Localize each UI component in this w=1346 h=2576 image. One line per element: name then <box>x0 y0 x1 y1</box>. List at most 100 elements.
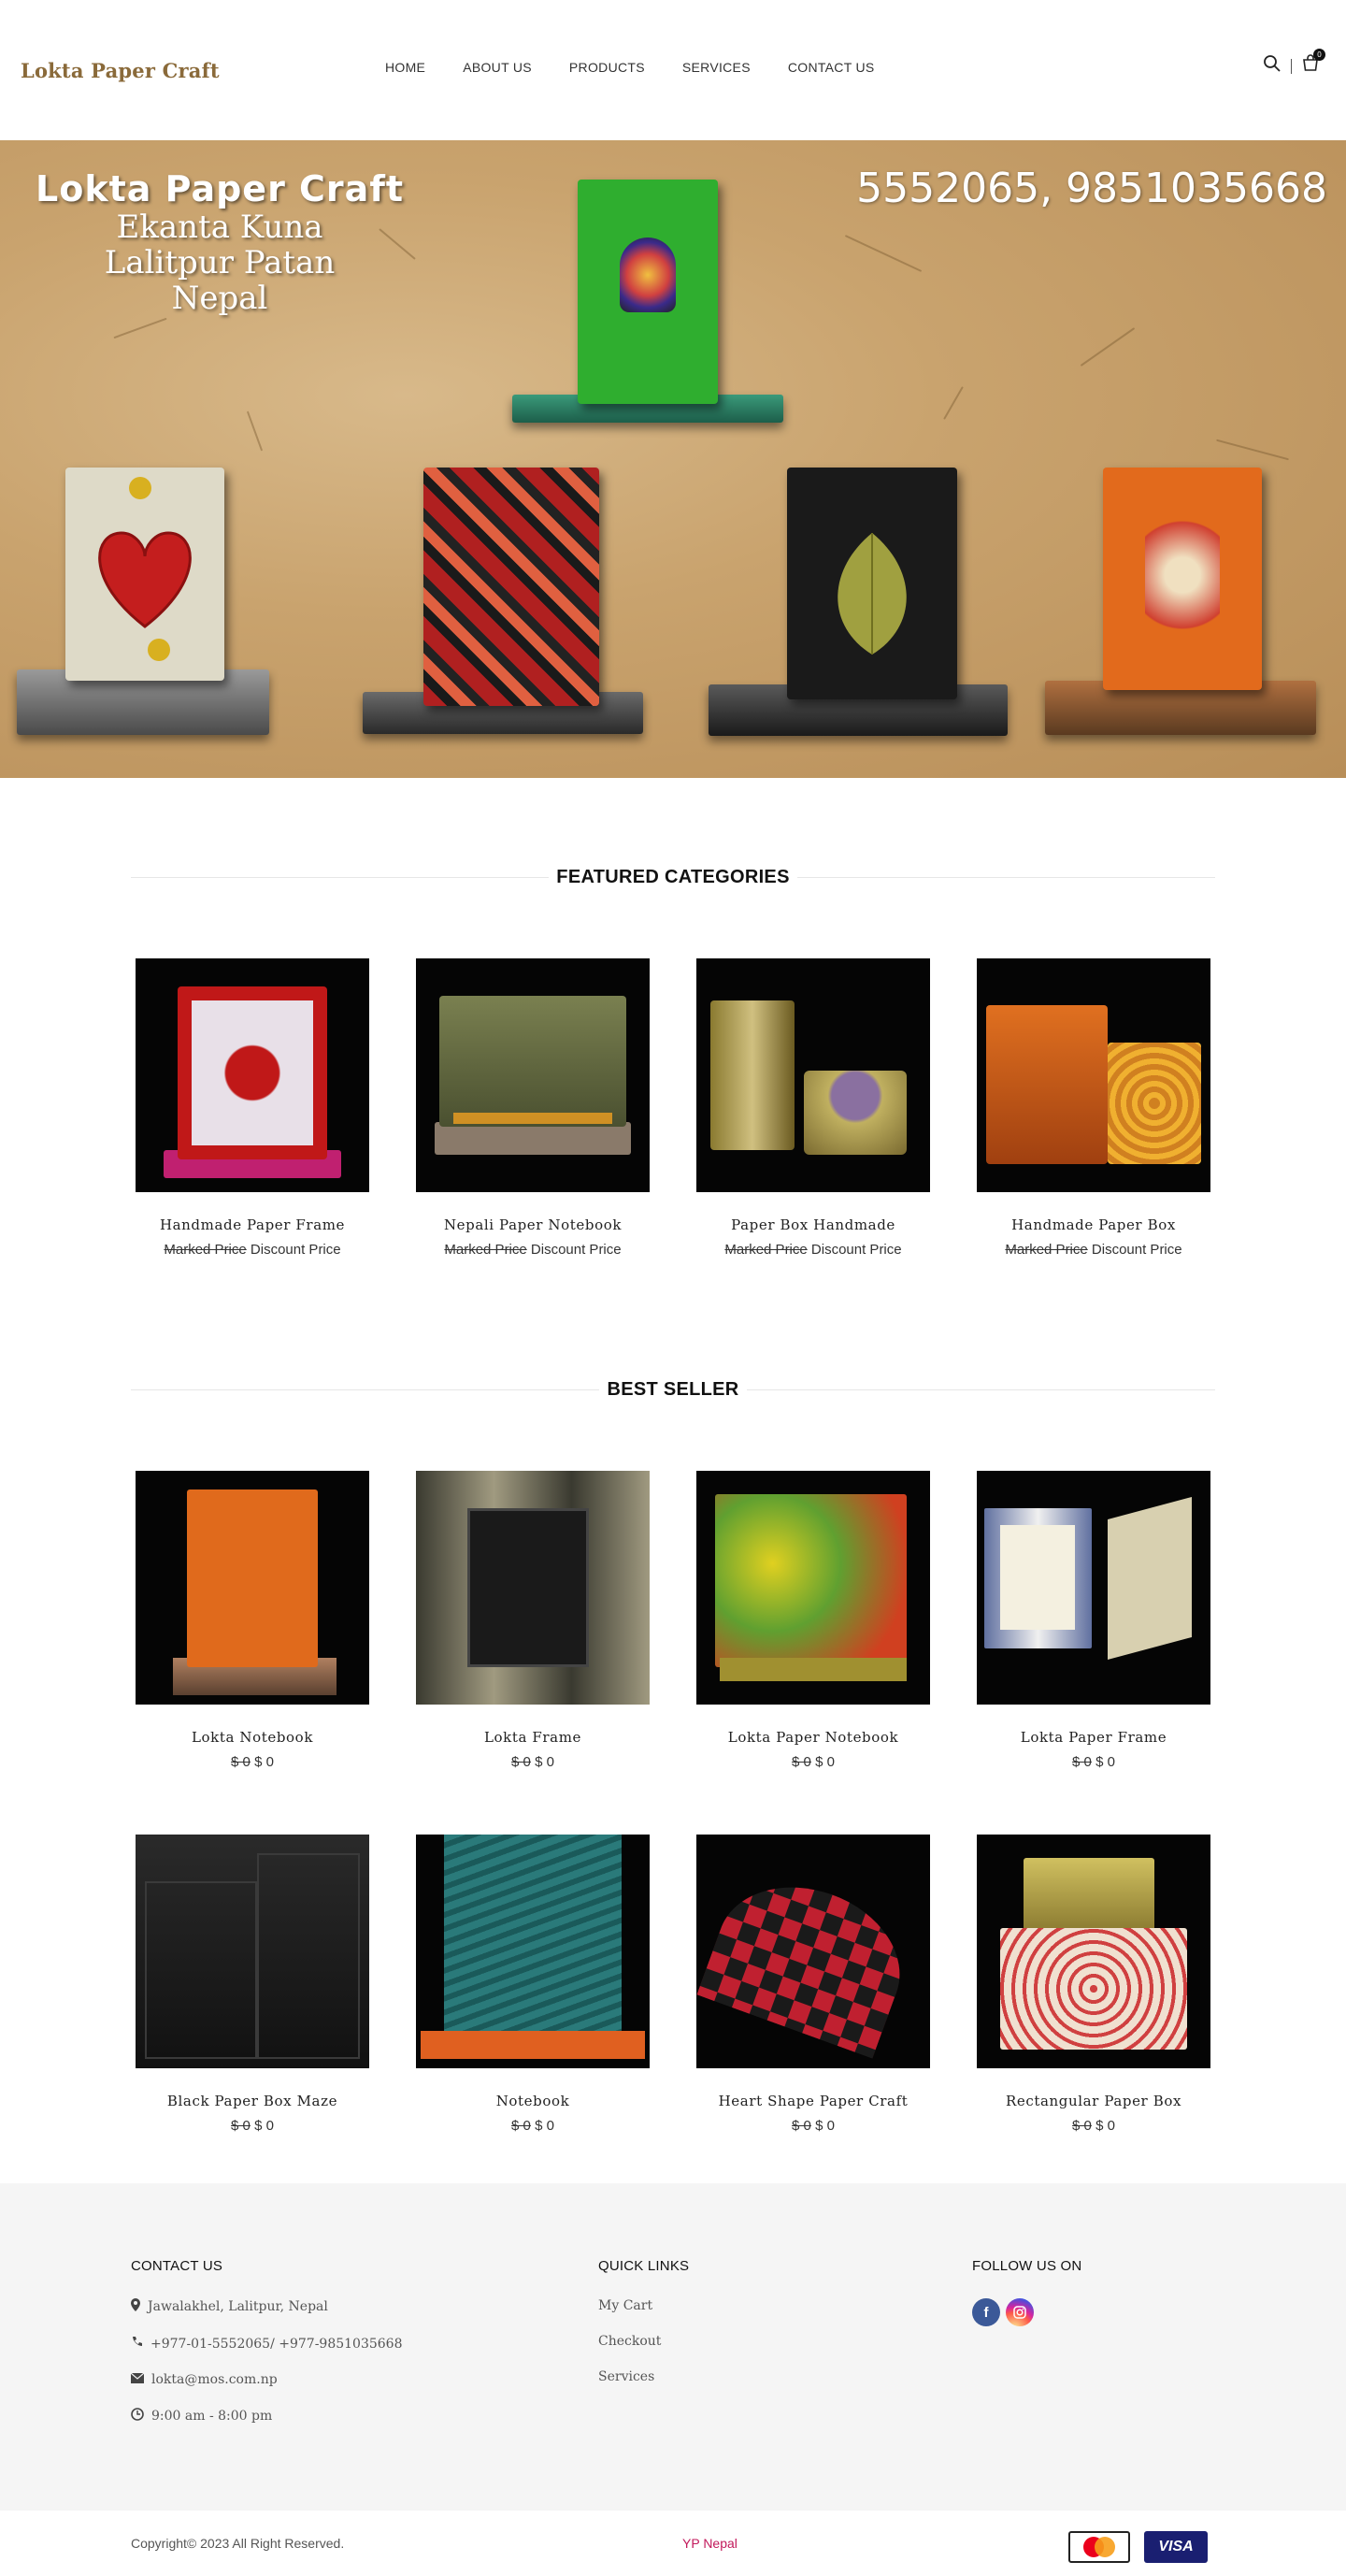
nav-contact[interactable]: CONTACT US <box>788 60 875 75</box>
bestseller-card[interactable]: Rectangular Paper Box $ 0 $ 0 <box>977 1835 1210 2134</box>
bestseller-card[interactable]: Heart Shape Paper Craft $ 0 $ 0 <box>696 1835 930 2134</box>
product-name[interactable]: Handmade Paper Frame <box>136 1216 369 1233</box>
product-name[interactable]: Black Paper Box Maze <box>136 2093 369 2109</box>
new-price: $ 0 <box>254 2118 274 2134</box>
floral-box <box>1108 1043 1201 1164</box>
product-name[interactable]: Notebook <box>416 2093 650 2109</box>
product-price: Marked Price Discount Price <box>696 1242 930 1258</box>
new-price: $ 0 <box>815 1754 835 1770</box>
product-name[interactable]: Lokta Paper Notebook <box>696 1729 930 1746</box>
box-drawer <box>145 1881 257 2059</box>
product-image[interactable] <box>416 1835 650 2068</box>
notebook-cover <box>187 1489 318 1667</box>
bestseller-heading-row: BEST SELLER <box>131 1379 1215 1401</box>
frame-photo <box>1000 1525 1075 1630</box>
featured-card[interactable]: Handmade Paper Frame Marked Price Discou… <box>136 958 369 1258</box>
nav-home[interactable]: HOME <box>385 60 425 75</box>
bestseller-card[interactable]: Lokta Paper Frame $ 0 $ 0 <box>977 1471 1210 1770</box>
product-name[interactable]: Lokta Paper Frame <box>977 1729 1210 1746</box>
product-name[interactable]: Handmade Paper Box <box>977 1216 1210 1233</box>
discount-price: Discount Price <box>250 1242 341 1258</box>
featured-grid: Handmade Paper Frame Marked Price Discou… <box>136 958 1210 1258</box>
paper-fiber <box>1080 327 1136 367</box>
product-image[interactable] <box>696 1835 930 2068</box>
old-price: $ 0 <box>511 1754 531 1770</box>
hero-buddha-notebook <box>578 180 718 404</box>
footer-link-services[interactable]: Services <box>598 2369 689 2384</box>
cart-icon[interactable]: 0 <box>1301 49 1325 78</box>
tie-dye-notebook <box>715 1494 907 1667</box>
featured-card[interactable]: Paper Box Handmade Marked Price Discount… <box>696 958 930 1258</box>
product-image[interactable] <box>696 1471 930 1705</box>
new-price: $ 0 <box>535 1754 554 1770</box>
footer-phone: +977-01-5552065/ +977-9851035668 <box>131 2336 403 2352</box>
copyright-text: Copyright© 2023 All Right Reserved. <box>131 2536 345 2551</box>
header-actions: 0 <box>1263 49 1325 78</box>
product-image[interactable] <box>977 1835 1210 2068</box>
search-icon[interactable] <box>1263 54 1282 78</box>
old-price: $ 0 <box>1072 2118 1092 2134</box>
credit-link[interactable]: YP Nepal <box>682 2536 737 2551</box>
new-price: $ 0 <box>815 2118 835 2134</box>
product-name[interactable]: Heart Shape Paper Craft <box>696 2093 930 2109</box>
tall-box <box>710 1000 795 1150</box>
hero-title-block: Lokta Paper Craft Ekanta Kuna Lalitpur P… <box>36 168 404 316</box>
cart-count-badge: 0 <box>1313 49 1325 61</box>
nav-about[interactable]: ABOUT US <box>463 60 532 75</box>
bottom-box <box>1000 1928 1187 2050</box>
new-price: $ 0 <box>254 1754 274 1770</box>
paper-fiber <box>1216 439 1289 461</box>
featured-heading-row: FEATURED CATEGORIES <box>131 867 1216 888</box>
product-name[interactable]: Paper Box Handmade <box>696 1216 930 1233</box>
product-image[interactable] <box>136 1835 369 2068</box>
phone-icon <box>131 2336 143 2352</box>
product-image[interactable] <box>696 958 930 1192</box>
hero-phone: 5552065, 9851035668 <box>856 165 1327 212</box>
product-price: $ 0 $ 0 <box>696 1754 930 1770</box>
product-image[interactable] <box>136 1471 369 1705</box>
footer-links-heading: QUICK LINKS <box>598 2258 690 2274</box>
footer-link-checkout[interactable]: Checkout <box>598 2334 689 2349</box>
clock-icon <box>131 2408 144 2425</box>
bestseller-card[interactable]: Lokta Paper Notebook $ 0 $ 0 <box>696 1471 930 1770</box>
bestseller-heading: BEST SELLER <box>607 1379 739 1400</box>
product-price: $ 0 $ 0 <box>977 1754 1210 1770</box>
product-name[interactable]: Lokta Notebook <box>136 1729 369 1746</box>
discount-price: Discount Price <box>1091 1242 1182 1258</box>
footer-link-cart[interactable]: My Cart <box>598 2298 689 2313</box>
site-footer: CONTACT US Jawalakhel, Lalitpur, Nepal +… <box>0 2183 1346 2511</box>
product-image[interactable] <box>977 1471 1210 1705</box>
facebook-icon[interactable]: f <box>972 2298 1000 2326</box>
product-image[interactable] <box>977 958 1210 1192</box>
nav-services[interactable]: SERVICES <box>682 60 751 75</box>
bestseller-card[interactable]: Lokta Notebook $ 0 $ 0 <box>136 1471 369 1770</box>
buddha-emblem <box>620 237 676 312</box>
stand <box>421 2031 645 2059</box>
new-price: $ 0 <box>1095 2118 1115 2134</box>
instagram-icon[interactable] <box>1006 2298 1034 2326</box>
nav-products[interactable]: PRODUCTS <box>569 60 645 75</box>
bestseller-card[interactable]: Notebook $ 0 $ 0 <box>416 1835 650 2134</box>
product-name[interactable]: Nepali Paper Notebook <box>416 1216 650 1233</box>
paper-fiber <box>246 410 264 452</box>
bestseller-card[interactable]: Lokta Frame $ 0 $ 0 <box>416 1471 650 1770</box>
frame-window <box>467 1508 589 1667</box>
product-image[interactable] <box>416 1471 650 1705</box>
product-name[interactable]: Lokta Frame <box>416 1729 650 1746</box>
product-image[interactable] <box>416 958 650 1192</box>
new-price: $ 0 <box>535 2118 554 2134</box>
product-name[interactable]: Rectangular Paper Box <box>977 2093 1210 2109</box>
stand <box>720 1658 907 1681</box>
leaf-icon <box>838 533 907 655</box>
footer-contact: CONTACT US Jawalakhel, Lalitpur, Nepal +… <box>130 2258 403 2445</box>
hero-title: Lokta Paper Craft <box>36 168 405 209</box>
site-logo[interactable]: Lokta Paper Craft <box>21 59 220 82</box>
product-price: Marked Price Discount Price <box>416 1242 650 1258</box>
featured-card[interactable]: Nepali Paper Notebook Marked Price Disco… <box>416 958 650 1258</box>
footer-email: lokta@mos.com.np <box>130 2372 403 2387</box>
product-image[interactable] <box>136 958 369 1192</box>
paper-fiber <box>844 235 923 272</box>
bestseller-card[interactable]: Black Paper Box Maze $ 0 $ 0 <box>136 1835 369 2134</box>
frame-window <box>192 1000 313 1145</box>
featured-card[interactable]: Handmade Paper Box Marked Price Discount… <box>977 958 1210 1258</box>
